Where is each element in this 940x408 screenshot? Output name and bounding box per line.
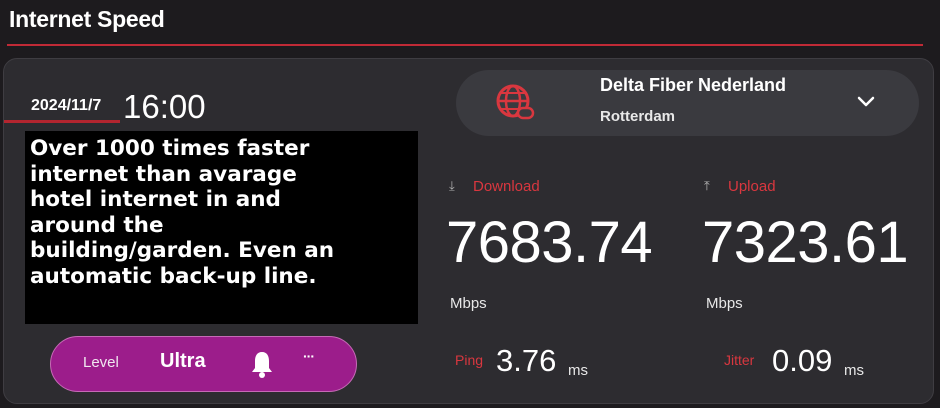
download-arrow-icon: ⤓	[449, 178, 455, 193]
upload-value: 7323.61	[702, 210, 909, 275]
test-date: 2024/11/7	[31, 97, 102, 114]
jitter-label: Jitter	[724, 352, 755, 368]
header-divider	[7, 44, 923, 46]
level-value: Ultra	[160, 350, 206, 372]
isp-name: Delta Fiber Nederland	[600, 75, 787, 95]
upload-unit: Mbps	[706, 295, 743, 312]
ping-label: Ping	[455, 352, 484, 368]
more-options-button[interactable]: ···	[303, 348, 315, 364]
ping-unit: ms	[568, 362, 588, 379]
download-label: Download	[473, 178, 540, 195]
bell-icon[interactable]	[249, 349, 275, 379]
isp-city: Rotterdam	[600, 108, 676, 125]
page-title: Internet Speed	[9, 6, 165, 32]
time-accent-rule	[4, 120, 120, 123]
level-label: Level	[83, 354, 119, 371]
test-time: 16:00	[123, 88, 206, 125]
download-value: 7683.74	[446, 210, 653, 275]
chevron-down-icon[interactable]	[855, 94, 877, 110]
jitter-value: 0.09	[772, 343, 833, 378]
download-unit: Mbps	[450, 295, 487, 312]
globe-icon	[496, 84, 535, 120]
ping-value: 3.76	[496, 343, 557, 378]
caption-text: Over 1000 times faster internet than ava…	[30, 136, 335, 289]
jitter-unit: ms	[844, 362, 864, 379]
upload-label: Upload	[728, 178, 776, 195]
upload-arrow-icon: ⤒	[704, 178, 710, 193]
